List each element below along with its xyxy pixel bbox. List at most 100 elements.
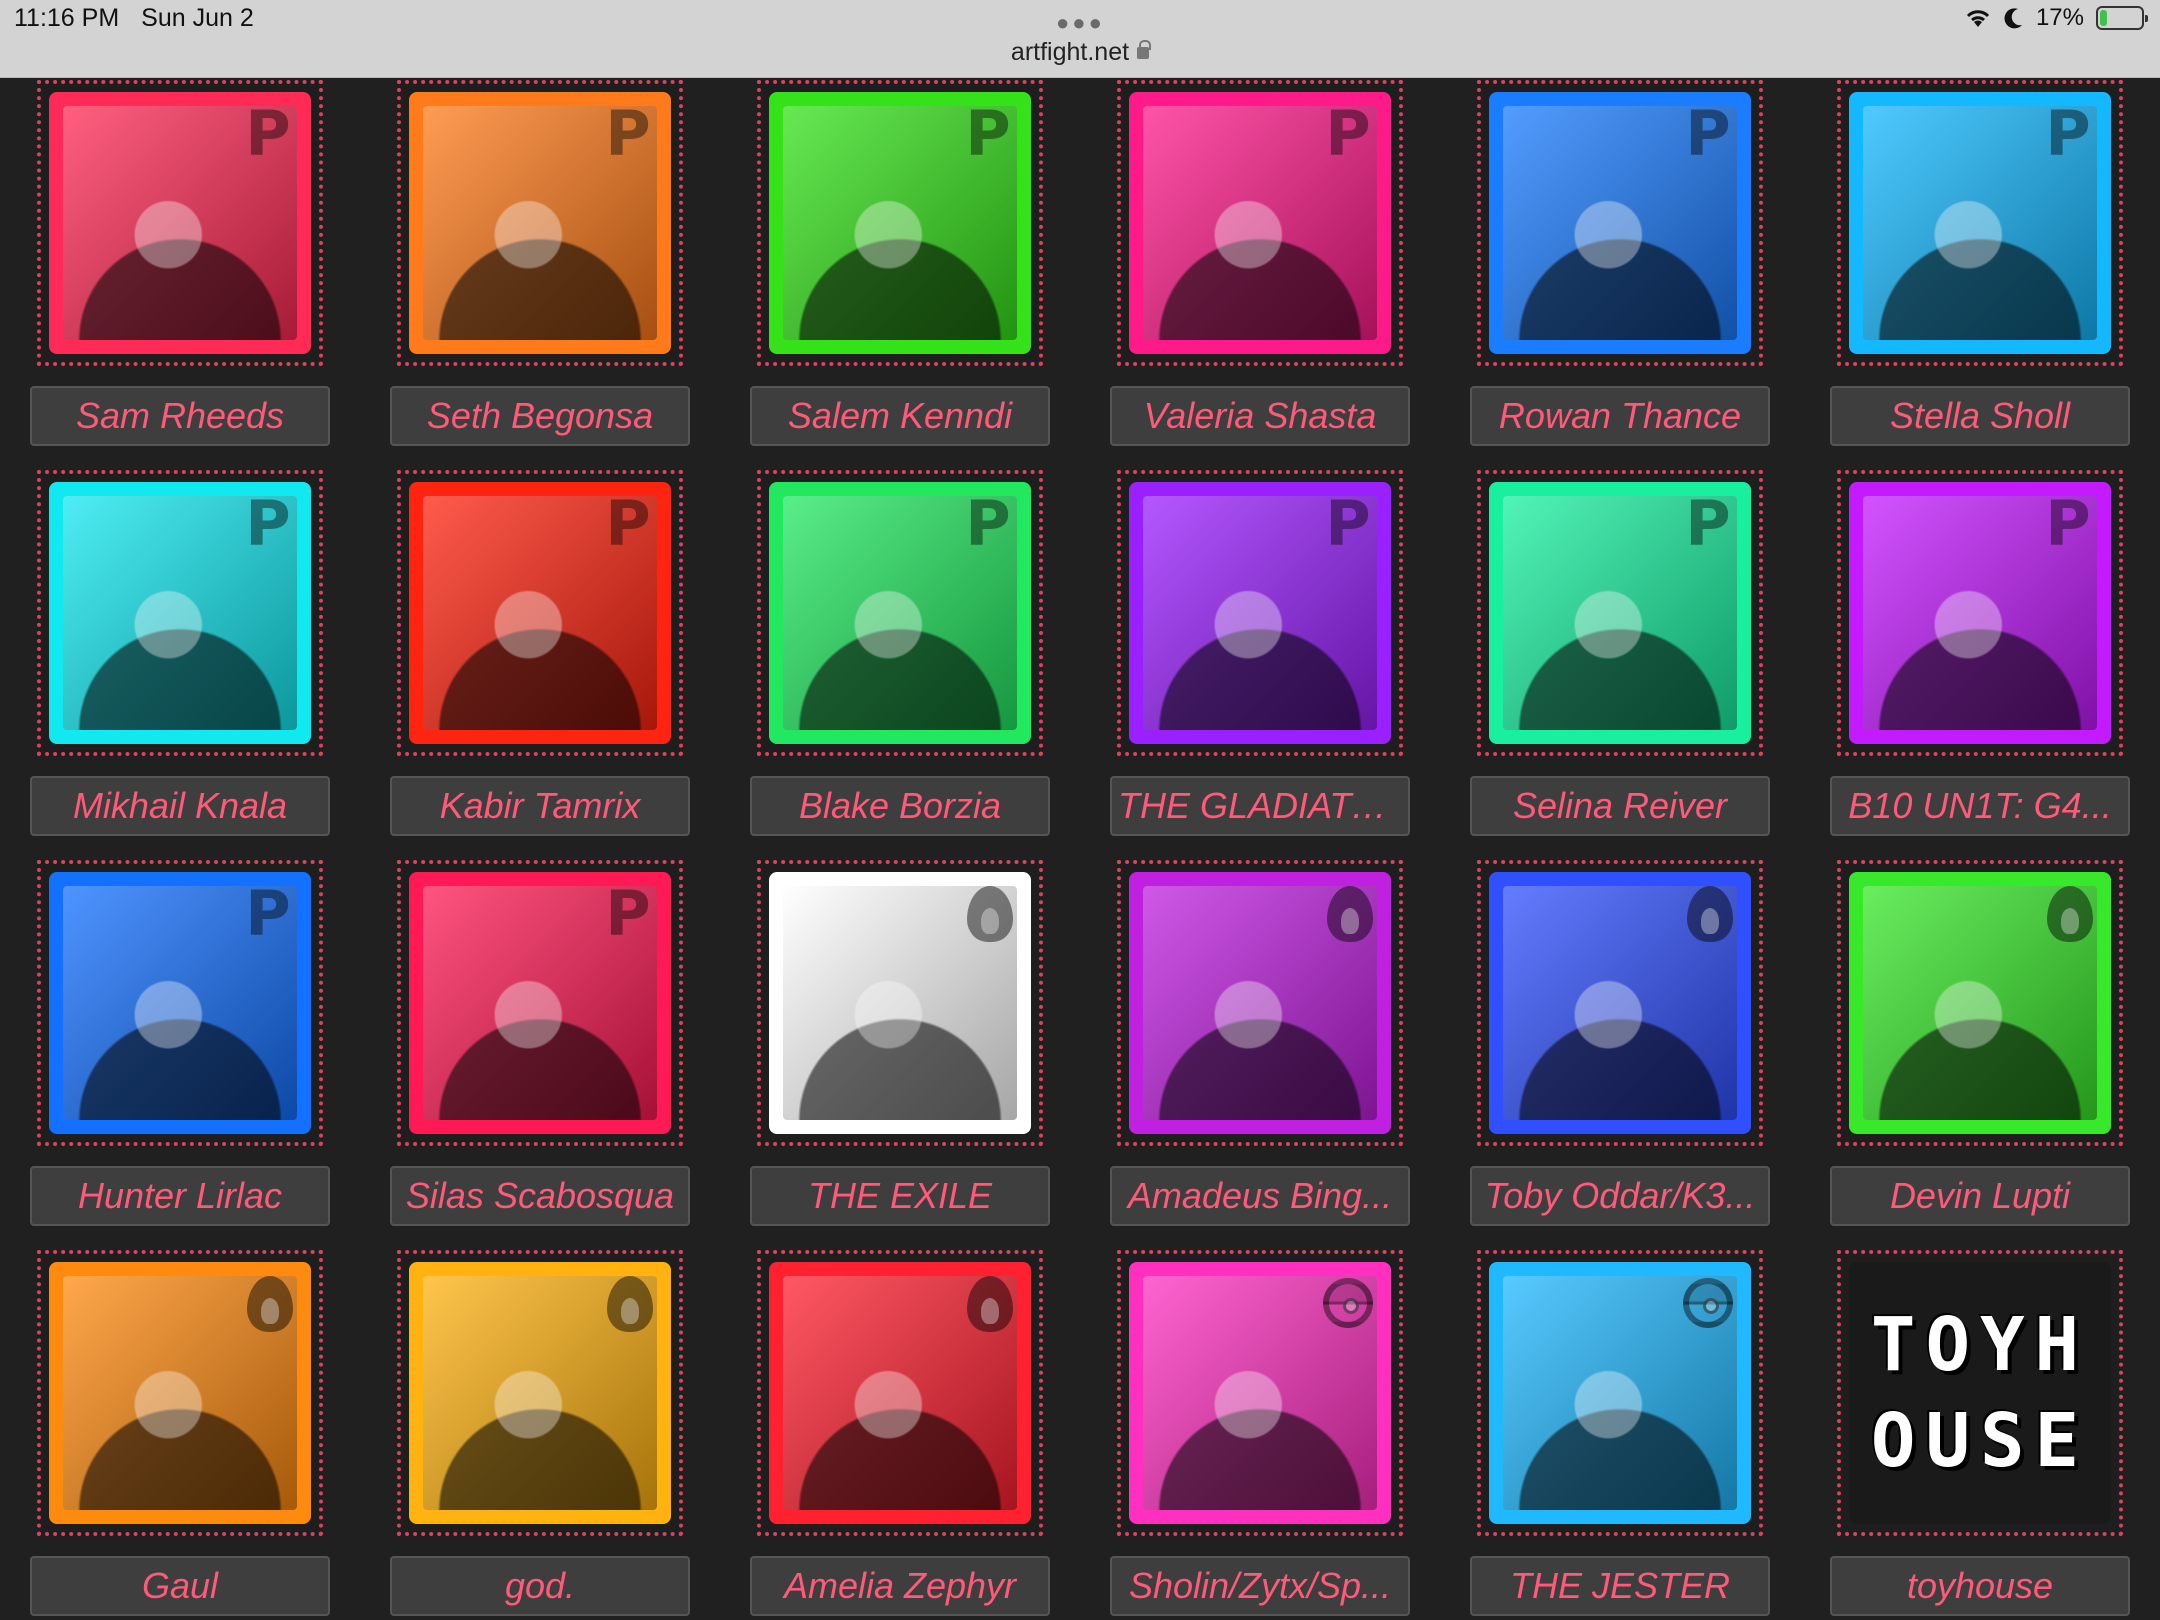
character-icon-frame bbox=[409, 1262, 671, 1524]
safari-status-bar: 11:16 PM Sun Jun 2 ●●● artfight.net 17% bbox=[0, 0, 2160, 78]
character-icon-frame: P bbox=[1129, 482, 1391, 744]
character-icon-frame: TOYH OUSE bbox=[1849, 1262, 2111, 1524]
character-icon-frame bbox=[769, 872, 1031, 1134]
p-icon: P bbox=[245, 877, 291, 950]
pokeball-icon bbox=[1683, 1278, 1733, 1328]
character-icon-frame bbox=[1489, 872, 1751, 1134]
character-thumbnail[interactable] bbox=[1477, 860, 1763, 1146]
character-name-button[interactable]: Sholin/Zytx/Sp... bbox=[1110, 1556, 1410, 1616]
wifi-icon bbox=[1966, 10, 1990, 27]
character-name-button[interactable]: Amadeus Bing... bbox=[1110, 1166, 1410, 1226]
character-icon-frame bbox=[1489, 1262, 1751, 1524]
character-name-button[interactable]: Hunter Lirlac bbox=[30, 1166, 330, 1226]
character-icon-frame: P bbox=[49, 482, 311, 744]
character-name-button[interactable]: god. bbox=[390, 1556, 690, 1616]
character-name-button[interactable]: Rowan Thance bbox=[1470, 386, 1770, 446]
character-icon-frame: P bbox=[409, 92, 671, 354]
p-icon: P bbox=[605, 97, 651, 170]
character-thumbnail[interactable]: P bbox=[1117, 80, 1403, 366]
character-name-button[interactable]: THE JESTER bbox=[1470, 1556, 1770, 1616]
character-thumbnail[interactable] bbox=[397, 1250, 683, 1536]
character-thumbnail[interactable]: P bbox=[1837, 80, 2123, 366]
character-name-button[interactable]: toyhouse bbox=[1830, 1556, 2130, 1616]
character-icon-frame: P bbox=[1489, 92, 1751, 354]
character-thumbnail[interactable]: P bbox=[1477, 470, 1763, 756]
p-icon: P bbox=[1325, 487, 1371, 560]
character-grid: P Sam Rheeds P Seth Begonsa P Salem Kenndi P Va… bbox=[0, 78, 2160, 1620]
character-name-button[interactable]: Sam Rheeds bbox=[30, 386, 330, 446]
character-name-button[interactable]: B10 UN1T: G4... bbox=[1830, 776, 2130, 836]
character-thumbnail[interactable]: P bbox=[397, 470, 683, 756]
moon-icon bbox=[2004, 8, 2022, 29]
p-icon: P bbox=[2045, 487, 2091, 560]
battery-icon bbox=[2096, 6, 2148, 30]
character-name-button[interactable]: Mikhail Knala bbox=[30, 776, 330, 836]
character-name-button[interactable]: Silas Scabosqua bbox=[390, 1166, 690, 1226]
character-thumbnail[interactable]: P bbox=[37, 470, 323, 756]
character-icon-frame bbox=[1129, 872, 1391, 1134]
character-icon-frame bbox=[1849, 872, 2111, 1134]
character-thumbnail[interactable]: P bbox=[1477, 80, 1763, 366]
character-icon-frame: P bbox=[409, 482, 671, 744]
character-name-button[interactable]: Seth Begonsa bbox=[390, 386, 690, 446]
character-name-button[interactable]: Gaul bbox=[30, 1556, 330, 1616]
character-icon-frame: P bbox=[1849, 482, 2111, 744]
character-icon-frame: P bbox=[1849, 92, 2111, 354]
status-clock: 11:16 PM Sun Jun 2 bbox=[14, 4, 276, 33]
character-name-button[interactable]: THE EXILE bbox=[750, 1166, 1050, 1226]
toyhouse-logo-text: TOYH bbox=[1870, 1302, 2090, 1388]
p-icon: P bbox=[245, 97, 291, 170]
character-icon-frame: P bbox=[49, 92, 311, 354]
character-icon-frame bbox=[769, 1262, 1031, 1524]
p-icon: P bbox=[1685, 487, 1731, 560]
character-thumbnail[interactable] bbox=[757, 1250, 1043, 1536]
character-icon-frame: P bbox=[49, 872, 311, 1134]
character-icon-frame bbox=[1129, 1262, 1391, 1524]
character-name-button[interactable]: Salem Kenndi bbox=[750, 386, 1050, 446]
character-name-button[interactable]: Toby Oddar/K3... bbox=[1470, 1166, 1770, 1226]
p-icon: P bbox=[965, 487, 1011, 560]
character-name-button[interactable]: Devin Lupti bbox=[1830, 1166, 2130, 1226]
p-icon: P bbox=[605, 487, 651, 560]
character-thumbnail[interactable] bbox=[37, 1250, 323, 1536]
more-dots-icon[interactable]: ●●● bbox=[1056, 10, 1105, 36]
battery-level bbox=[2100, 10, 2108, 26]
character-name-button[interactable]: Selina Reiver bbox=[1470, 776, 1770, 836]
character-name-button[interactable]: Kabir Tamrix bbox=[390, 776, 690, 836]
character-name-button[interactable]: Blake Borzia bbox=[750, 776, 1050, 836]
p-icon: P bbox=[2045, 97, 2091, 170]
character-icon-frame: P bbox=[1489, 482, 1751, 744]
p-icon: P bbox=[965, 97, 1011, 170]
character-icon-frame: P bbox=[409, 872, 671, 1134]
character-name-button[interactable]: THE GLADIATOR bbox=[1110, 776, 1410, 836]
p-icon: P bbox=[245, 487, 291, 560]
character-thumbnail[interactable]: P bbox=[1837, 470, 2123, 756]
character-thumbnail[interactable]: P bbox=[757, 470, 1043, 756]
character-thumbnail[interactable]: P bbox=[37, 80, 323, 366]
lock-icon bbox=[1137, 40, 1152, 60]
character-thumbnail[interactable]: P bbox=[757, 80, 1043, 366]
character-thumbnail[interactable] bbox=[1117, 1250, 1403, 1536]
character-thumbnail[interactable] bbox=[757, 860, 1043, 1146]
character-name-button[interactable]: Stella Sholl bbox=[1830, 386, 2130, 446]
status-date: Sun Jun 2 bbox=[141, 4, 254, 32]
character-thumbnail[interactable] bbox=[1837, 860, 2123, 1146]
character-thumbnail[interactable] bbox=[1117, 860, 1403, 1146]
character-thumbnail[interactable]: P bbox=[37, 860, 323, 1146]
character-name-button[interactable]: Valeria Shasta bbox=[1110, 386, 1410, 446]
character-thumbnail[interactable] bbox=[1477, 1250, 1763, 1536]
character-icon-frame bbox=[49, 1262, 311, 1524]
p-icon: P bbox=[1325, 97, 1371, 170]
p-icon: P bbox=[605, 877, 651, 950]
character-thumbnail[interactable]: TOYH OUSE bbox=[1837, 1250, 2123, 1536]
toyhouse-logo: TOYH OUSE bbox=[1849, 1262, 2111, 1524]
address-bar[interactable]: artfight.net bbox=[0, 38, 2160, 67]
character-thumbnail[interactable]: P bbox=[397, 860, 683, 1146]
character-icon-frame: P bbox=[1129, 92, 1391, 354]
character-icon-frame: P bbox=[769, 92, 1031, 354]
character-thumbnail[interactable]: P bbox=[1117, 470, 1403, 756]
character-thumbnail[interactable]: P bbox=[397, 80, 683, 366]
character-name-button[interactable]: Amelia Zephyr bbox=[750, 1556, 1050, 1616]
status-time: 11:16 PM bbox=[14, 4, 120, 32]
character-icon-frame: P bbox=[769, 482, 1031, 744]
